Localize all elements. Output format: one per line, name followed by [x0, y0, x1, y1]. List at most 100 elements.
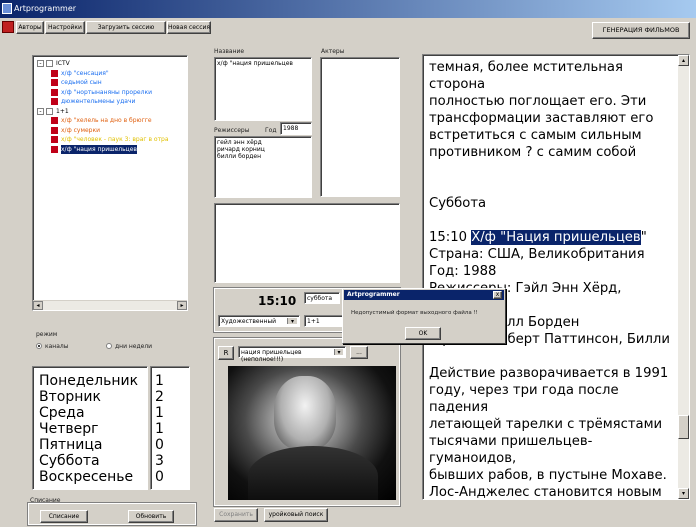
- poster-face: [274, 376, 336, 450]
- weekday-item[interactable]: Вторник: [39, 389, 147, 405]
- dialog-ok-button[interactable]: OK: [405, 327, 441, 340]
- description-line: [429, 161, 675, 178]
- dialog-title-bar: Artprogrammer: [344, 290, 504, 300]
- chevron-down-icon[interactable]: ▾: [287, 318, 297, 325]
- radio-weekdays-icon[interactable]: [106, 343, 112, 349]
- day-input[interactable]: суббота: [304, 292, 340, 304]
- description-line: летающей тарелки с трёмястами: [429, 417, 663, 432]
- collapse-icon[interactable]: -: [37, 107, 44, 115]
- weekdays-list[interactable]: Понедельник Вторник Среда Четверг Пятница Суб…: [32, 366, 148, 490]
- tree-item[interactable]: седьмой сын: [37, 78, 187, 88]
- movie-icon: [51, 69, 58, 77]
- error-dialog: Artprogrammer x Недопустимый формат выхо…: [342, 288, 506, 344]
- weekday-item[interactable]: Суббота: [39, 453, 147, 469]
- dialog-message: Недопустимый формат выходного файла !!: [351, 310, 478, 316]
- weekday-count[interactable]: 1: [155, 373, 189, 389]
- tab-new-session[interactable]: Новая сессия: [167, 21, 211, 34]
- title-quote: ": [640, 230, 647, 245]
- directors-field[interactable]: гейл энн хёрд ричард корниц билли борден: [214, 136, 312, 198]
- channel-tree[interactable]: - ICTV х/ф "сенсация" седьмой сын х/ф "норты…: [32, 55, 188, 311]
- scroll-thumb[interactable]: [678, 415, 689, 439]
- description-line: году, через три года после падения: [429, 383, 623, 415]
- title-field[interactable]: х/ф "нация пришельцев: [214, 57, 312, 121]
- description-line: [429, 348, 675, 365]
- description-line: темная, более мстительная сторона: [429, 60, 628, 92]
- weekday-item[interactable]: Понедельник: [39, 373, 147, 389]
- tree-group-0[interactable]: - ICTV: [37, 59, 187, 69]
- weekday-counts-list[interactable]: 1211030: [150, 366, 190, 490]
- radio-channels-icon[interactable]: [36, 343, 42, 349]
- tree-item[interactable]: х/ф "хелель на дно в брюгге: [37, 116, 187, 126]
- generate-films-button[interactable]: ГЕНЕРАЦИЯ ФИЛЬМОВ: [592, 22, 690, 39]
- list-button[interactable]: Списание: [40, 510, 88, 523]
- description-line: полностью поглощает его. Эти: [429, 94, 647, 109]
- r-button[interactable]: R: [218, 346, 234, 360]
- scroll-up-icon[interactable]: ▴: [678, 55, 689, 66]
- weekday-count[interactable]: 2: [155, 389, 189, 405]
- app-logo-icon[interactable]: [2, 21, 14, 33]
- description-line: Год: 1988: [429, 264, 497, 279]
- description-line: Страна: США, Великобритания: [429, 247, 645, 262]
- genre-select[interactable]: Художественный ▾: [218, 315, 300, 327]
- weekday-item[interactable]: Пятница: [39, 437, 147, 453]
- tree-item-label: дюжентельмены удачи: [61, 98, 136, 105]
- notes-field[interactable]: [214, 203, 400, 283]
- mode-label: режим: [36, 331, 58, 338]
- year-label: Год: [265, 127, 277, 134]
- movie-icon: [51, 117, 58, 125]
- poster-jacket: [248, 446, 378, 500]
- year-input[interactable]: 1988: [280, 122, 312, 135]
- tree-item[interactable]: х/ф "нортынаняны прорелки: [37, 88, 187, 98]
- browse-button[interactable]: ...: [350, 346, 368, 359]
- dialog-close-button[interactable]: x: [493, 291, 502, 299]
- radio-channels[interactable]: каналы: [36, 343, 106, 350]
- tree-item-label: х/ф "нортынаняны прорелки: [61, 88, 152, 96]
- weekday-item[interactable]: Среда: [39, 405, 147, 421]
- tree-horizontal-scrollbar[interactable]: ◂ ▸: [33, 300, 187, 310]
- scroll-right-icon[interactable]: ▸: [177, 301, 187, 310]
- tab-authors[interactable]: Авторы: [16, 21, 44, 34]
- radio-weekdays[interactable]: дни недели: [106, 343, 152, 350]
- director-line: ричард корниц: [217, 146, 265, 153]
- chevron-down-icon[interactable]: ▾: [334, 349, 343, 356]
- tree-item-label: х/ф "хелель на дно в брюгге: [61, 117, 152, 124]
- description-line: [429, 178, 675, 195]
- genre-value: Художественный: [221, 318, 277, 325]
- weekday-item[interactable]: Воскресенье: [39, 469, 147, 485]
- weekday-item[interactable]: Четверг: [39, 421, 147, 437]
- tree-item-label: х/ф "сенсация": [61, 69, 109, 77]
- tree-group-1[interactable]: - 1+1: [37, 107, 187, 117]
- collapse-icon[interactable]: -: [37, 60, 44, 68]
- description-line: тысячами пришельцев-гуманоидов,: [429, 434, 593, 466]
- weekday-count[interactable]: 3: [155, 453, 189, 469]
- tree-item[interactable]: х/ф "нация пришельцев: [37, 144, 187, 154]
- folder-icon: [46, 107, 53, 115]
- weekday-count[interactable]: 0: [155, 437, 189, 453]
- weekday-count[interactable]: 1: [155, 421, 189, 437]
- director-line: билли борден: [217, 153, 262, 160]
- scroll-left-icon[interactable]: ◂: [33, 301, 43, 310]
- weekday-count[interactable]: 0: [155, 469, 189, 485]
- refresh-button[interactable]: Обновить: [128, 510, 174, 523]
- tab-settings[interactable]: Настройки: [45, 21, 85, 34]
- tree-item[interactable]: х/ф "человек - паук 3: враг в отра: [37, 135, 187, 145]
- description-text[interactable]: темная, более мстительная сторона полност…: [422, 54, 690, 500]
- tree-item-label: х/ф сумерки: [61, 126, 101, 134]
- tree-group-label: ICTV: [56, 60, 70, 67]
- movie-select[interactable]: нация пришельцев (неполное!!!) ▾: [238, 346, 346, 363]
- tree-item[interactable]: дюжентельмены удачи: [37, 97, 187, 107]
- actors-label: Актеры: [321, 48, 345, 55]
- weekday-count[interactable]: 1: [155, 405, 189, 421]
- tree-item[interactable]: х/ф сумерки: [37, 126, 187, 136]
- scroll-down-icon[interactable]: ▾: [678, 488, 689, 499]
- tree-item[interactable]: х/ф "сенсация": [37, 69, 187, 79]
- actors-field[interactable]: [320, 57, 400, 197]
- movie-icon: [51, 145, 58, 153]
- description-line: трансформации заставляют его: [429, 111, 654, 126]
- description-scrollbar[interactable]: ▴ ▾: [678, 55, 689, 499]
- search-button[interactable]: уройковый поиск: [264, 508, 328, 522]
- tab-load-session[interactable]: Загрузить сессию: [86, 21, 166, 34]
- save-button[interactable]: Сохранить: [214, 508, 258, 522]
- title-label: Название: [214, 48, 245, 55]
- description-line: встретиться с самым сильным: [429, 128, 642, 143]
